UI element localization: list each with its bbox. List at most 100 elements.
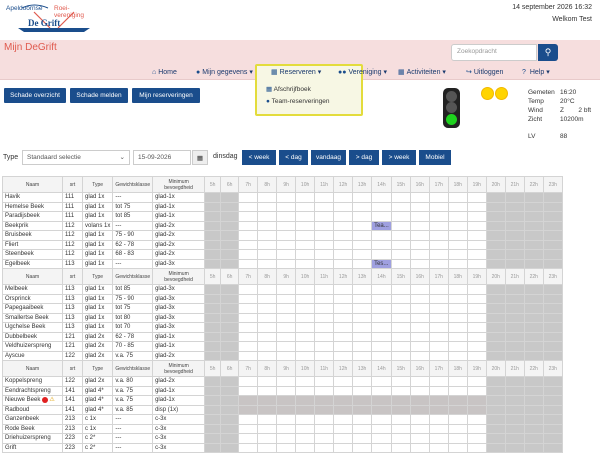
time-slot[interactable] [314,442,335,453]
nav-uitloggen[interactable]: ↪ Uitloggen [466,66,503,80]
time-slot[interactable] [428,312,449,323]
time-slot[interactable] [238,284,259,295]
time-slot[interactable] [295,312,316,323]
table-row[interactable]: Grift 223 c 2* --- c-3x [2,442,563,453]
time-slot[interactable] [542,239,563,250]
time-slot[interactable] [371,331,392,342]
search-button[interactable]: ⚲ [538,44,558,61]
time-slot[interactable] [447,350,468,361]
time-slot[interactable] [204,395,222,406]
time-slot[interactable] [485,192,506,203]
time-slot[interactable] [542,230,563,241]
time-slot[interactable] [390,249,411,260]
prev-day-button[interactable]: < dag [279,150,308,165]
time-slot[interactable] [276,258,297,269]
time-slot[interactable] [390,331,411,342]
time-slot[interactable] [276,442,297,453]
time-slot[interactable] [220,433,240,444]
time-slot[interactable] [542,376,563,387]
time-slot[interactable] [504,433,525,444]
time-slot[interactable] [257,331,278,342]
time-slot[interactable] [542,192,563,203]
time-slot[interactable] [390,192,411,203]
time-slot[interactable] [295,239,316,250]
time-slot[interactable] [352,341,373,352]
time-slot[interactable] [220,230,240,241]
time-slot[interactable] [352,284,373,295]
time-slot[interactable] [428,220,449,231]
time-slot[interactable] [352,331,373,342]
time-slot[interactable] [504,211,525,222]
time-slot[interactable] [447,433,468,444]
time-slot[interactable] [333,350,354,361]
time-slot[interactable] [257,211,278,222]
time-slot[interactable] [447,331,468,342]
time-slot[interactable] [295,220,316,231]
time-slot[interactable] [295,230,316,241]
time-slot[interactable] [447,376,468,387]
reservation-block[interactable]: Tea... [371,220,392,231]
time-slot[interactable] [504,423,525,434]
time-slot[interactable] [333,433,354,444]
time-slot[interactable] [238,303,259,314]
time-slot[interactable] [257,201,278,212]
time-slot[interactable] [390,312,411,323]
time-slot[interactable] [220,423,240,434]
time-slot[interactable] [204,350,222,361]
table-row[interactable]: Havik 111 glad 1x --- glad-1x [2,192,563,203]
time-slot[interactable] [257,258,278,269]
time-slot[interactable] [523,220,544,231]
time-slot[interactable] [333,331,354,342]
time-slot[interactable] [295,258,316,269]
time-slot[interactable] [220,376,240,387]
time-slot[interactable] [523,376,544,387]
time-slot[interactable] [352,303,373,314]
time-slot[interactable] [276,284,297,295]
time-slot[interactable] [295,341,316,352]
time-slot[interactable] [466,385,487,396]
time-slot[interactable] [204,239,222,250]
time-slot[interactable] [257,220,278,231]
nav-activiteiten[interactable]: ▦ Activiteiten ▾ [398,66,446,80]
time-slot[interactable] [314,433,335,444]
time-slot[interactable] [276,423,297,434]
time-slot[interactable] [485,258,506,269]
time-slot[interactable] [390,433,411,444]
table-row[interactable]: Papegaaibeek 113 glad 1x tot 75 glad-3x [2,303,563,314]
time-slot[interactable] [542,220,563,231]
time-slot[interactable] [314,258,335,269]
time-slot[interactable] [409,322,430,333]
time-slot[interactable] [220,192,240,203]
time-slot[interactable] [257,293,278,304]
time-slot[interactable] [371,322,392,333]
time-slot[interactable] [204,284,222,295]
time-slot[interactable] [409,376,430,387]
time-slot[interactable] [204,312,222,323]
table-row[interactable]: Orsprinck 113 glad 1x 75 - 90 glad-3x [2,293,563,304]
time-slot[interactable] [428,322,449,333]
time-slot[interactable] [352,192,373,203]
time-slot[interactable] [352,376,373,387]
time-slot[interactable] [371,395,392,406]
time-slot[interactable] [542,331,563,342]
time-slot[interactable] [276,220,297,231]
time-slot[interactable] [409,404,430,415]
time-slot[interactable] [238,350,259,361]
time-slot[interactable] [447,312,468,323]
time-slot[interactable] [276,192,297,203]
time-slot[interactable] [257,442,278,453]
time-slot[interactable] [352,350,373,361]
time-slot[interactable] [238,312,259,323]
time-slot[interactable] [204,303,222,314]
time-slot[interactable] [523,293,544,304]
time-slot[interactable] [220,350,240,361]
time-slot[interactable] [314,220,335,231]
time-slot[interactable] [485,404,506,415]
time-slot[interactable] [542,404,563,415]
time-slot[interactable] [295,293,316,304]
time-slot[interactable] [371,230,392,241]
time-slot[interactable] [371,201,392,212]
time-slot[interactable] [409,230,430,241]
time-slot[interactable] [352,249,373,260]
time-slot[interactable] [352,211,373,222]
